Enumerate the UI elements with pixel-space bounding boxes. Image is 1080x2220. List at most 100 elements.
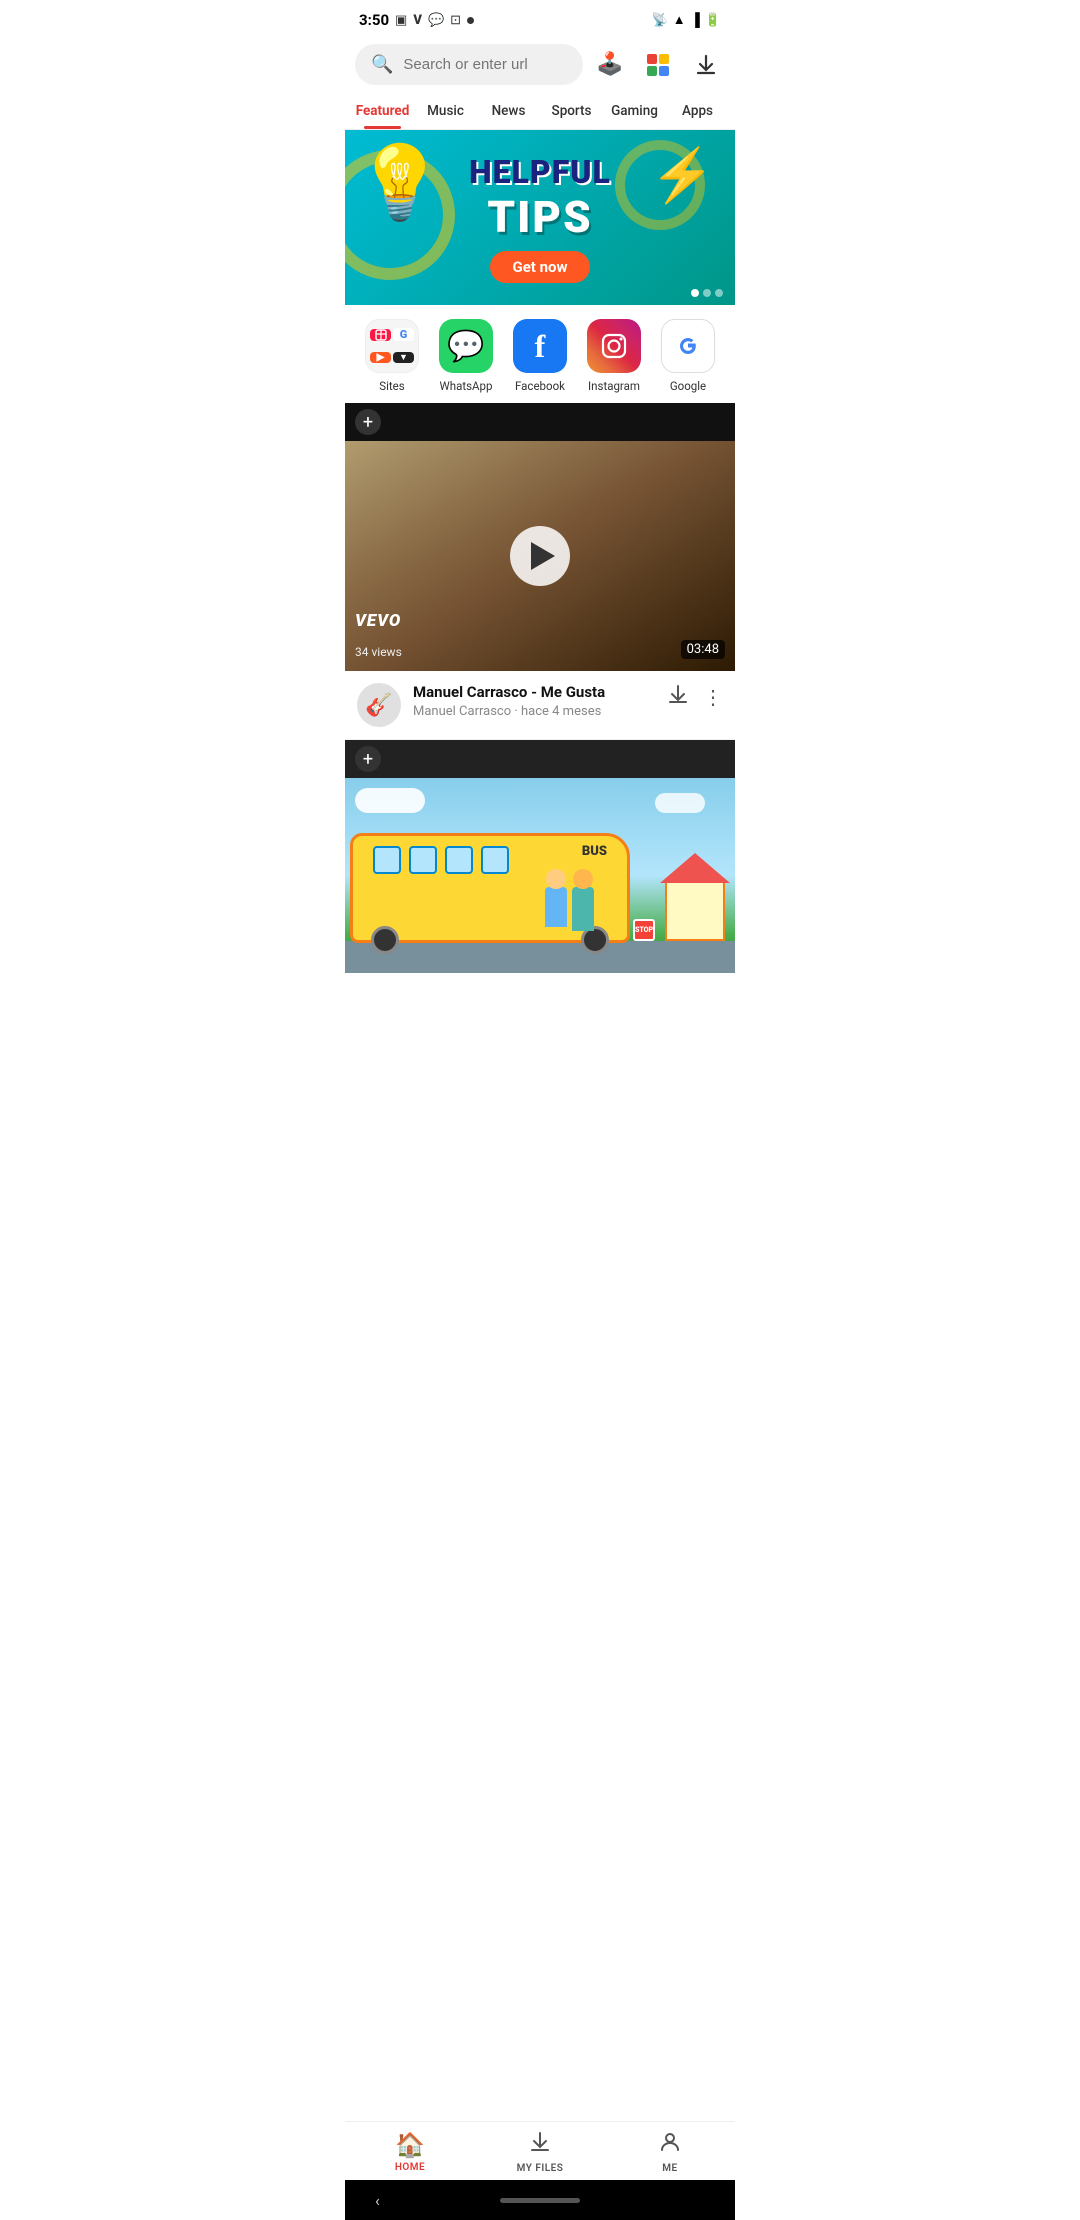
video-card-header-1: + <box>345 403 735 441</box>
video-sub-1: Manuel Carrasco · hace 4 meses <box>413 704 655 719</box>
myfiles-label: MY FILES <box>517 2163 564 2174</box>
app-item-sites[interactable]: G ▶ ▼ Sites <box>360 319 424 393</box>
video-title-1: Manuel Carrasco - Me Gusta <box>413 683 655 701</box>
whatsapp-icon: 💬 <box>439 319 493 373</box>
app-item-google[interactable]: Google <box>656 319 720 393</box>
google-label: Google <box>670 379 706 393</box>
signal-icon: ▐ <box>691 12 700 28</box>
instagram-icon <box>587 319 641 373</box>
status-icons: 📡 ▲ ▐ 🔋 <box>652 12 721 28</box>
google-icon <box>661 319 715 373</box>
nav-item-me[interactable]: ME <box>605 2130 735 2174</box>
status-time: 3:50 <box>359 11 389 29</box>
video-card-1: + VEVO 34 views 03:48 <box>345 403 735 671</box>
nav-item-myfiles[interactable]: MY FILES <box>475 2130 605 2174</box>
banner-dots <box>691 289 723 297</box>
cloud-left <box>355 788 425 813</box>
tab-news[interactable]: News <box>477 93 540 129</box>
banner-headline2: TIPS <box>469 191 611 243</box>
road <box>345 941 735 973</box>
tab-music[interactable]: Music <box>414 93 477 129</box>
house-roof <box>660 853 730 883</box>
banner[interactable]: 💡 ⚡ HELPFUL TIPS Get now <box>345 130 735 305</box>
whatsapp-label: WhatsApp <box>440 379 493 393</box>
chat-icon: 💬 <box>428 13 444 28</box>
instagram-label: Instagram <box>588 379 640 393</box>
me-icon <box>658 2130 682 2160</box>
app-item-instagram[interactable]: Instagram <box>582 319 646 393</box>
facebook-icon: f <box>513 319 567 373</box>
joystick-button[interactable]: 🕹️ <box>591 46 629 84</box>
duration-badge-1: 03:48 <box>681 640 725 659</box>
status-bar: 3:50 ▣ V 💬 ⊡ 📡 ▲ ▐ 🔋 <box>345 0 735 36</box>
screen-mirror-icon: ▣ <box>395 13 407 28</box>
v-icon: V <box>413 13 422 28</box>
toolbar-icons: 🕹️ <box>591 46 725 84</box>
wifi-icon: ▲ <box>673 12 686 28</box>
video-card-header-2: + <box>345 740 735 778</box>
cloud-right <box>655 793 705 813</box>
apps-grid-button[interactable] <box>639 46 677 84</box>
facebook-label: Facebook <box>515 379 565 393</box>
characters <box>545 887 594 931</box>
video-download-button-1[interactable] <box>667 683 689 710</box>
battery-icon: 🔋 <box>705 13 721 28</box>
wheel-left <box>371 926 399 954</box>
status-left: 3:50 ▣ V 💬 ⊡ <box>359 11 474 29</box>
tab-sports[interactable]: Sports <box>540 93 603 129</box>
video-info-1: 🎸 Manuel Carrasco - Me Gusta Manuel Carr… <box>345 671 735 740</box>
video-meta-1: Manuel Carrasco - Me Gusta Manuel Carras… <box>413 683 655 719</box>
notification-dot <box>467 17 474 24</box>
play-triangle-1 <box>531 542 555 570</box>
joystick-icon: 🕹️ <box>596 52 623 77</box>
sites-icon: G ▶ ▼ <box>365 319 419 373</box>
home-pill[interactable] <box>500 2198 580 2203</box>
download-icon <box>694 53 718 77</box>
app-item-whatsapp[interactable]: 💬 WhatsApp <box>434 319 498 393</box>
tab-apps[interactable]: Apps <box>666 93 729 129</box>
cast-icon: 📡 <box>652 13 668 28</box>
video-more-button-1[interactable]: ⋮ <box>703 685 723 709</box>
search-icon: 🔍 <box>371 54 393 75</box>
bus-windows <box>373 846 509 874</box>
home-icon: 🏠 <box>395 2131 425 2159</box>
download-button[interactable] <box>687 46 725 84</box>
video-thumbnail-1[interactable]: VEVO 34 views 03:48 <box>345 441 735 671</box>
myfiles-icon <box>528 2130 552 2160</box>
stop-sign: STOP <box>633 919 655 941</box>
me-label: ME <box>662 2163 677 2174</box>
tab-featured[interactable]: Featured <box>351 93 414 129</box>
box-icon: ⊡ <box>450 13 461 28</box>
search-input-wrap[interactable]: 🔍 <box>355 44 583 85</box>
banner-cta-button[interactable]: Get now <box>490 251 589 283</box>
bus-scene: BUS STOP <box>345 778 735 973</box>
add-video-button-1[interactable]: + <box>355 409 381 435</box>
apps-grid-icon <box>645 52 671 78</box>
video-avatar-1: 🎸 <box>357 683 401 727</box>
back-button[interactable]: ‹ <box>375 2191 380 2210</box>
bottom-nav: 🏠 HOME MY FILES ME <box>345 2121 735 2180</box>
views-badge-1: 34 views <box>355 645 402 659</box>
app-grid: G ▶ ▼ Sites 💬 WhatsApp f Facebook <box>345 305 735 403</box>
lightning-icon: ⚡ <box>650 145 715 206</box>
video-actions-1: ⋮ <box>667 683 723 710</box>
android-nav-bar: ‹ <box>345 2180 735 2220</box>
video-card-2: + BUS <box>345 740 735 973</box>
play-button-1[interactable] <box>510 526 570 586</box>
search-bar-row: 🔍 🕹️ <box>345 36 735 93</box>
home-label: HOME <box>395 2162 425 2173</box>
app-item-facebook[interactable]: f Facebook <box>508 319 572 393</box>
nav-tabs: Featured Music News Sports Gaming Apps <box>345 93 735 130</box>
bulb-icon: 💡 <box>355 140 445 225</box>
vevo-badge-1: VEVO <box>355 611 401 631</box>
nav-item-home[interactable]: 🏠 HOME <box>345 2131 475 2173</box>
house-body <box>665 881 725 941</box>
tab-gaming[interactable]: Gaming <box>603 93 666 129</box>
video-thumbnail-2[interactable]: BUS STOP <box>345 778 735 973</box>
sites-label: Sites <box>379 379 404 393</box>
banner-text-block: HELPFUL TIPS Get now <box>469 153 611 283</box>
search-input[interactable] <box>403 56 567 73</box>
banner-headline1: HELPFUL <box>469 153 611 191</box>
add-video-button-2[interactable]: + <box>355 746 381 772</box>
bus-text: BUS <box>582 844 607 859</box>
